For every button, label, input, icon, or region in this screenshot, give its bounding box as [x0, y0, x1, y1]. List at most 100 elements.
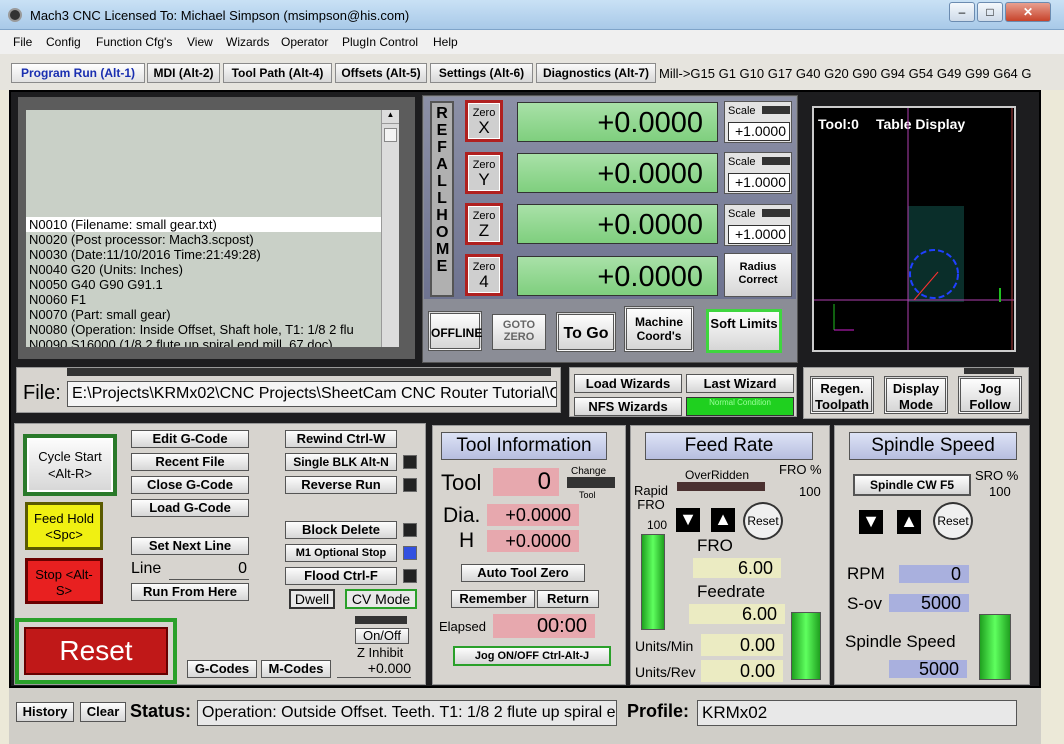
- menu-operator[interactable]: Operator: [281, 35, 328, 49]
- spindle-cw-button[interactable]: Spindle CW F5: [853, 474, 971, 496]
- gcode-line: N0030 (Date:11/10/2016 Time:21:49:28): [29, 247, 261, 262]
- stop-button[interactable]: Stop <Alt-S>: [25, 558, 103, 604]
- g-codes-button[interactable]: G-Codes: [187, 660, 257, 678]
- menu-config[interactable]: Config: [46, 35, 81, 49]
- clear-button[interactable]: Clear: [80, 702, 126, 722]
- zero-z-button[interactable]: Zero Z: [465, 203, 503, 245]
- fro-reset-button[interactable]: Reset: [743, 502, 783, 540]
- load-gcode-button[interactable]: Load G-Code: [131, 499, 249, 517]
- menu-view[interactable]: View: [187, 35, 213, 49]
- scroll-up-arrow-icon[interactable]: ▲: [382, 110, 399, 124]
- tool-number-field[interactable]: 0: [493, 468, 559, 496]
- feed-slider[interactable]: [791, 612, 821, 680]
- nfs-wizards-button[interactable]: NFS Wizards: [574, 397, 682, 416]
- tab-diagnostics[interactable]: Diagnostics (Alt-7): [536, 63, 656, 83]
- z-inhibit-onoff-button[interactable]: On/Off: [355, 628, 409, 644]
- radius-correct-button[interactable]: Radius Correct: [724, 253, 792, 297]
- tab-mdi[interactable]: MDI (Alt-2): [147, 63, 220, 83]
- gcode-scrollbar[interactable]: ▲: [381, 110, 399, 347]
- jog-follow-button[interactable]: Jog Follow: [958, 376, 1022, 414]
- menu-function-cfgs[interactable]: Function Cfg's: [96, 35, 172, 49]
- dro-x[interactable]: +0.0000: [517, 102, 718, 142]
- sro-down-icon[interactable]: ▼: [859, 510, 883, 534]
- flood-led: [403, 569, 417, 583]
- edit-gcode-button[interactable]: Edit G-Code: [131, 430, 249, 448]
- return-button[interactable]: Return: [537, 590, 599, 608]
- m1-optional-stop-button[interactable]: M1 Optional Stop: [285, 544, 397, 562]
- tab-tool-path[interactable]: Tool Path (Alt-4): [223, 63, 332, 83]
- reset-button[interactable]: Reset: [24, 627, 168, 675]
- reverse-run-button[interactable]: Reverse Run: [285, 476, 397, 494]
- jog-onoff-button[interactable]: Jog ON/OFF Ctrl-Alt-J: [453, 646, 611, 666]
- rewind-button[interactable]: Rewind Ctrl-W: [285, 430, 397, 448]
- set-next-line-button[interactable]: Set Next Line: [131, 537, 249, 555]
- regen-toolpath-button[interactable]: Regen. Toolpath: [810, 376, 874, 414]
- cycle-start-button[interactable]: Cycle Start <Alt-R>: [23, 434, 117, 496]
- status-message: Operation: Outside Offset. Teeth. T1: 1/…: [197, 700, 617, 726]
- display-mode-button[interactable]: Display Mode: [884, 376, 948, 414]
- minimize-button[interactable]: –: [949, 2, 975, 22]
- recent-file-button[interactable]: Recent File: [131, 453, 249, 471]
- spindle-speed-value[interactable]: 5000: [889, 660, 967, 678]
- spindle-slider[interactable]: [979, 614, 1011, 680]
- scale-y-value[interactable]: +1.0000: [728, 173, 790, 192]
- load-wizards-button[interactable]: Load Wizards: [574, 374, 682, 393]
- run-from-here-button[interactable]: Run From Here: [131, 583, 249, 601]
- zero-y-button[interactable]: Zero Y: [465, 152, 503, 194]
- soft-limits-button[interactable]: Soft Limits: [706, 309, 782, 353]
- feed-rate-panel: Feed Rate OverRidden FRO % 100 Rapid FRO…: [630, 425, 830, 685]
- scale-z-value[interactable]: +1.0000: [728, 225, 790, 244]
- close-button[interactable]: ✕: [1005, 2, 1051, 22]
- remember-button[interactable]: Remember: [451, 590, 535, 608]
- z-inhibit-value[interactable]: +0.000: [337, 660, 411, 678]
- menu-wizards[interactable]: Wizards: [226, 35, 269, 49]
- view-control-panel: Regen. Toolpath Display Mode Jog Follow: [803, 367, 1029, 419]
- tab-program-run[interactable]: Program Run (Alt-1): [11, 63, 145, 83]
- tool-information-header: Tool Information: [441, 432, 607, 460]
- tab-offsets[interactable]: Offsets (Alt-5): [335, 63, 427, 83]
- last-wizard-button[interactable]: Last Wizard: [686, 374, 794, 393]
- tab-settings[interactable]: Settings (Alt-6): [430, 63, 533, 83]
- file-path-field[interactable]: E:\Projects\KRMx02\CNC Projects\SheetCam…: [67, 381, 557, 407]
- gcode-listing[interactable]: N0010 (Filename: small gear.txt) N0020 (…: [26, 110, 381, 347]
- to-go-button[interactable]: To Go: [556, 312, 616, 352]
- feedrate-value[interactable]: 6.00: [689, 604, 785, 624]
- m-codes-button[interactable]: M-Codes: [261, 660, 331, 678]
- sro-up-icon[interactable]: ▲: [897, 510, 921, 534]
- maximize-button[interactable]: □: [977, 2, 1003, 22]
- fro-value[interactable]: 6.00: [693, 558, 781, 578]
- menu-plugin-control[interactable]: PlugIn Control: [342, 35, 418, 49]
- fro-down-icon[interactable]: ▼: [676, 508, 700, 532]
- flood-button[interactable]: Flood Ctrl-F: [285, 567, 397, 585]
- dwell-indicator: Dwell: [289, 589, 335, 609]
- ref-all-home-button[interactable]: REF ALL HOME: [430, 101, 454, 297]
- offline-button[interactable]: OFFLINE: [428, 311, 482, 351]
- height-label: H: [459, 529, 475, 552]
- goto-zero-button[interactable]: GOTO ZERO: [492, 314, 546, 350]
- dro-y[interactable]: +0.0000: [517, 153, 718, 193]
- dro-4[interactable]: +0.0000: [517, 256, 718, 296]
- scale-x-value[interactable]: +1.0000: [728, 122, 790, 141]
- menu-help[interactable]: Help: [433, 35, 458, 49]
- feed-hold-button[interactable]: Feed Hold <Spc>: [25, 502, 103, 550]
- cv-mode-indicator: CV Mode: [345, 589, 417, 609]
- fro-up-icon[interactable]: ▲: [711, 508, 735, 532]
- rapid-fro-slider[interactable]: [641, 534, 665, 630]
- line-number-field[interactable]: 0: [169, 560, 249, 580]
- zero-4-button[interactable]: Zero 4: [465, 254, 503, 296]
- scroll-thumb[interactable]: [384, 128, 397, 142]
- zero-x-button[interactable]: Zero X: [465, 100, 503, 142]
- screen-tabs: Program Run (Alt-1) MDI (Alt-2) Tool Pat…: [0, 54, 1064, 90]
- block-delete-button[interactable]: Block Delete: [285, 521, 397, 539]
- sro-reset-button[interactable]: Reset: [933, 502, 973, 540]
- toolpath-display[interactable]: Tool:0 Table Display: [812, 106, 1016, 352]
- menu-file[interactable]: File: [13, 35, 32, 49]
- auto-tool-zero-button[interactable]: Auto Tool Zero: [461, 564, 585, 582]
- machine-coords-button[interactable]: Machine Coord's: [624, 306, 694, 352]
- diameter-field[interactable]: +0.0000: [487, 504, 579, 526]
- dro-z[interactable]: +0.0000: [517, 204, 718, 244]
- history-button[interactable]: History: [16, 702, 74, 722]
- close-gcode-button[interactable]: Close G-Code: [131, 476, 249, 494]
- height-field[interactable]: +0.0000: [487, 530, 579, 552]
- single-block-button[interactable]: Single BLK Alt-N: [285, 453, 397, 471]
